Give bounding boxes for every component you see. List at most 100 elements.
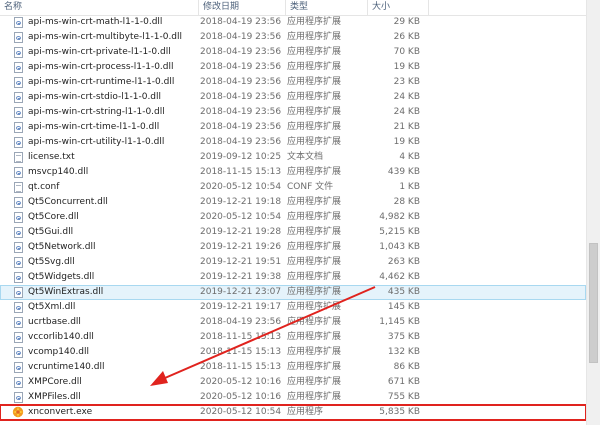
- file-size: 4,982 KB: [379, 212, 420, 222]
- file-row[interactable]: Qt5Xml.dll 2019-12-21 19:17 应用程序扩展 145 KB: [0, 300, 586, 315]
- file-size: 4,462 KB: [379, 272, 420, 282]
- file-row[interactable]: vccorlib140.dll 2018-11-15 15:13 应用程序扩展 375…: [0, 330, 586, 345]
- dll-file-icon: [14, 287, 23, 298]
- file-row[interactable]: Qt5Gui.dll 2019-12-21 19:28 应用程序扩展 5,215 KB: [0, 225, 586, 240]
- column-header-date[interactable]: 修改日期: [199, 0, 285, 15]
- file-name: vccorlib140.dll: [28, 332, 94, 342]
- file-row[interactable]: api-ms-win-crt-multibyte-l1-1-0.dll 2018-…: [0, 30, 586, 45]
- file-size: 671 KB: [387, 377, 420, 387]
- file-name: XMPCore.dll: [28, 377, 82, 387]
- file-row[interactable]: api-ms-win-crt-private-l1-1-0.dll 2018-04…: [0, 45, 586, 60]
- file-date-modified: 2019-12-21 19:51: [200, 257, 282, 267]
- file-row[interactable]: api-ms-win-crt-stdio-l1-1-0.dll 2018-04-1…: [0, 90, 586, 105]
- file-date-modified: 2020-05-12 10:54: [200, 212, 282, 222]
- file-date-modified: 2020-05-12 10:16: [200, 377, 282, 387]
- file-row[interactable]: Qt5Widgets.dll 2019-12-21 19:38 应用程序扩展 4,46…: [0, 270, 586, 285]
- dll-file-icon: [14, 362, 23, 373]
- file-type: 应用程序扩展: [287, 302, 342, 312]
- file-name: msvcp140.dll: [28, 167, 89, 177]
- file-row[interactable]: vcomp140.dll 2018-11-15 15:13 应用程序扩展 132 KB: [0, 345, 586, 360]
- file-row[interactable]: Qt5Svg.dll 2019-12-21 19:51 应用程序扩展 263 KB: [0, 255, 586, 270]
- file-size: 435 KB: [387, 287, 420, 297]
- scrollbar-thumb[interactable]: [589, 243, 598, 363]
- file-type: 应用程序扩展: [287, 317, 342, 327]
- file-row[interactable]: XMPFiles.dll 2020-05-12 10:16 应用程序扩展 755 KB: [0, 390, 586, 405]
- file-name: xnconvert.exe: [28, 407, 93, 417]
- column-header-size[interactable]: 大小: [368, 0, 428, 15]
- file-row[interactable]: api-ms-win-crt-math-l1-1-0.dll 2018-04-19…: [0, 15, 586, 30]
- file-name: vcomp140.dll: [28, 347, 90, 357]
- file-row[interactable]: api-ms-win-crt-utility-l1-1-0.dll 2018-04…: [0, 135, 586, 150]
- file-name: api-ms-win-crt-private-l1-1-0.dll: [28, 47, 171, 57]
- file-name: Qt5Concurrent.dll: [28, 197, 108, 207]
- file-date-modified: 2018-04-19 23:56: [200, 17, 282, 27]
- file-name: api-ms-win-crt-string-l1-1-0.dll: [28, 107, 165, 117]
- file-name: vcruntime140.dll: [28, 362, 105, 372]
- file-name: Qt5Network.dll: [28, 242, 96, 252]
- file-row[interactable]: XMPCore.dll 2020-05-12 10:16 应用程序扩展 671 KB: [0, 375, 586, 390]
- file-date-modified: 2019-12-21 19:18: [200, 197, 282, 207]
- dll-file-icon: [14, 302, 23, 313]
- file-size: 5,835 KB: [379, 407, 420, 417]
- file-date-modified: 2019-12-21 19:28: [200, 227, 282, 237]
- dll-file-icon: [14, 77, 23, 88]
- file-row[interactable]: msvcp140.dll 2018-11-15 15:13 应用程序扩展 439 KB: [0, 165, 586, 180]
- file-size: 28 KB: [393, 197, 420, 207]
- dll-file-icon: [14, 137, 23, 148]
- dll-file-icon: [14, 392, 23, 403]
- file-row[interactable]: api-ms-win-crt-time-l1-1-0.dll 2018-04-19…: [0, 120, 586, 135]
- file-type: 应用程序扩展: [287, 347, 342, 357]
- file-name: ucrtbase.dll: [28, 317, 81, 327]
- file-date-modified: 2018-04-19 23:56: [200, 317, 282, 327]
- file-date-modified: 2018-11-15 15:13: [200, 362, 282, 372]
- dll-file-icon: [14, 257, 23, 268]
- file-size: 24 KB: [393, 92, 420, 102]
- file-row[interactable]: vcruntime140.dll 2018-11-15 15:13 应用程序扩展 86…: [0, 360, 586, 375]
- file-date-modified: 2018-04-19 23:56: [200, 47, 282, 57]
- column-header-type[interactable]: 类型: [286, 0, 367, 15]
- file-type: 应用程序扩展: [287, 47, 342, 57]
- file-date-modified: 2018-04-19 23:56: [200, 62, 282, 72]
- file-row[interactable]: Qt5Concurrent.dll 2019-12-21 19:18 应用程序扩展 2…: [0, 195, 586, 210]
- file-row[interactable]: ucrtbase.dll 2018-04-19 23:56 应用程序扩展 1,145 …: [0, 315, 586, 330]
- file-row[interactable]: api-ms-win-crt-runtime-l1-1-0.dll 2018-04…: [0, 75, 586, 90]
- file-row[interactable]: Qt5WinExtras.dll 2019-12-21 23:07 应用程序扩展 43…: [0, 285, 586, 300]
- file-name: api-ms-win-crt-time-l1-1-0.dll: [28, 122, 160, 132]
- file-size: 21 KB: [393, 122, 420, 132]
- file-name: api-ms-win-crt-stdio-l1-1-0.dll: [28, 92, 162, 102]
- text-file-icon: [14, 182, 23, 193]
- file-row-highlighted[interactable]: xnconvert.exe 2020-05-12 10:54 应用程序 5,835 K…: [0, 404, 587, 421]
- column-header-name[interactable]: 名称: [0, 0, 198, 15]
- file-name: api-ms-win-crt-runtime-l1-1-0.dll: [28, 77, 175, 87]
- file-date-modified: 2020-05-12 10:54: [200, 182, 282, 192]
- file-row[interactable]: license.txt 2019-09-12 10:25 文本文档 4 KB: [0, 150, 586, 165]
- file-size: 23 KB: [393, 77, 420, 87]
- file-date-modified: 2019-09-12 10:25: [200, 152, 282, 162]
- file-explorer-list: 名称 修改日期 类型 大小 api-ms-win-crt-math-l1-1-0…: [0, 0, 600, 425]
- file-row[interactable]: Qt5Core.dll 2020-05-12 10:54 应用程序扩展 4,982 K…: [0, 210, 586, 225]
- xnconvert-app-icon: [12, 406, 24, 418]
- file-name: api-ms-win-crt-math-l1-1-0.dll: [28, 17, 163, 27]
- vertical-scrollbar[interactable]: [586, 0, 600, 425]
- file-name: XMPFiles.dll: [28, 392, 81, 402]
- file-size: 132 KB: [387, 347, 420, 357]
- file-name: Qt5Gui.dll: [28, 227, 74, 237]
- file-date-modified: 2019-12-21 23:07: [200, 287, 282, 297]
- file-row[interactable]: qt.conf 2020-05-12 10:54 CONF 文件 1 KB: [0, 180, 586, 195]
- dll-file-icon: [14, 272, 23, 283]
- file-name: Qt5Svg.dll: [28, 257, 75, 267]
- column-divider[interactable]: [428, 0, 429, 15]
- file-size: 26 KB: [393, 32, 420, 42]
- file-row[interactable]: Qt5Network.dll 2019-12-21 19:26 应用程序扩展 1,04…: [0, 240, 586, 255]
- file-type: 应用程序扩展: [287, 92, 342, 102]
- file-type: 应用程序: [287, 407, 324, 417]
- file-row[interactable]: api-ms-win-crt-string-l1-1-0.dll 2018-04-…: [0, 105, 586, 120]
- file-type: 应用程序扩展: [287, 332, 342, 342]
- file-size: 145 KB: [387, 302, 420, 312]
- file-date-modified: 2020-05-12 10:16: [200, 392, 282, 402]
- file-type: 应用程序扩展: [287, 257, 342, 267]
- dll-file-icon: [14, 107, 23, 118]
- file-row[interactable]: api-ms-win-crt-process-l1-1-0.dll 2018-04…: [0, 60, 586, 75]
- file-name: license.txt: [28, 152, 75, 162]
- file-type: 应用程序扩展: [287, 137, 342, 147]
